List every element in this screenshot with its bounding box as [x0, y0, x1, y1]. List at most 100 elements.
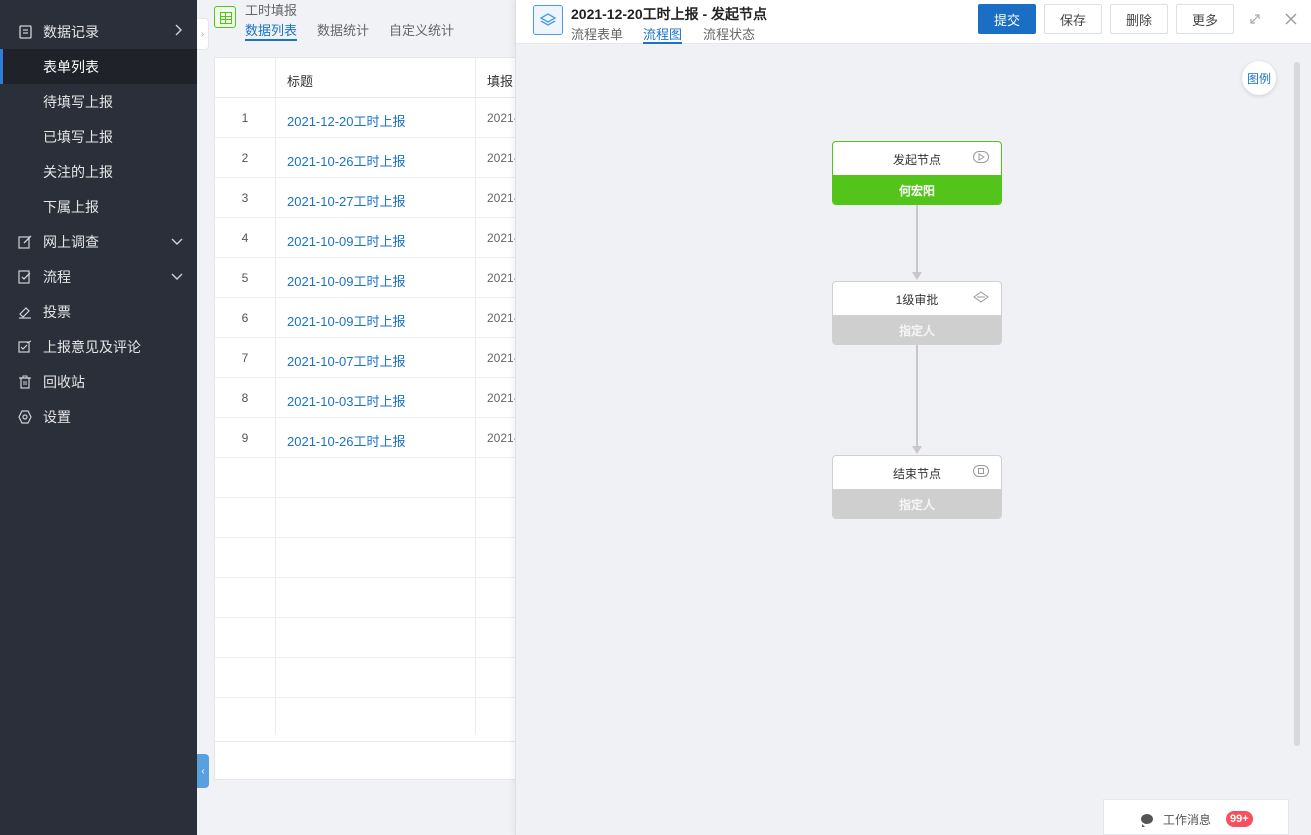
row-title-link[interactable]: 2021-10-26工时上报	[287, 151, 406, 170]
row-date: 2021-	[487, 111, 517, 125]
tab-custom-stats[interactable]: 自定义统计	[389, 20, 454, 41]
row-date: 2021-	[487, 151, 517, 165]
sidebar-item-label: 已填写上报	[43, 128, 113, 145]
table-row[interactable]: 8 2021-10-03工时上报 2021-	[215, 378, 517, 418]
row-index: 1	[241, 111, 249, 125]
settings-icon	[18, 409, 32, 424]
sidebar-item-label: 设置	[43, 408, 71, 425]
sidebar-item-followed-reports[interactable]: 关注的上报	[0, 154, 197, 189]
more-button[interactable]: 更多	[1176, 4, 1234, 34]
work-messages-button[interactable]: 工作消息 99+	[1103, 799, 1289, 835]
row-index: 5	[241, 271, 249, 285]
flow-node-assignee: 何宏阳	[833, 175, 1001, 204]
flow-node-assignee: 指定人	[833, 489, 1001, 518]
sidebar-item-label: 回收站	[43, 373, 85, 390]
form-app-icon	[214, 6, 236, 28]
table-row[interactable]: 4 2021-10-09工时上报 2021-	[215, 218, 517, 258]
vote-icon	[18, 305, 32, 319]
row-title-link[interactable]: 2021-12-20工时上报	[287, 111, 406, 130]
table-row[interactable]: 1 2021-12-20工时上报 2021-	[215, 98, 517, 138]
row-title-link[interactable]: 2021-10-27工时上报	[287, 191, 406, 210]
flow-node-end[interactable]: 结束节点 指定人	[832, 455, 1002, 519]
row-title-link[interactable]: 2021-10-07工时上报	[287, 351, 406, 370]
sidebar-item-settings[interactable]: 设置	[0, 399, 197, 434]
form-list-table: 标题 填报日 1 2021-12-20工时上报 2021- 2 2021-10-…	[214, 57, 517, 780]
row-index: 3	[241, 191, 249, 205]
chevron-left-icon: ‹	[201, 765, 205, 777]
layers-icon	[533, 5, 563, 35]
row-date: 2021-	[487, 351, 517, 365]
row-index: 7	[241, 351, 249, 365]
sidebar-item-label: 表单列表	[43, 58, 99, 75]
sidebar-item-data-records[interactable]: 数据记录	[0, 14, 197, 49]
sidebar-item-online-survey[interactable]: 网上调查	[0, 224, 197, 259]
row-date: 2021-	[487, 311, 517, 325]
row-date: 2021-	[487, 391, 517, 405]
sidebar-item-label: 待填写上报	[43, 93, 113, 110]
chevron-down-icon	[171, 234, 183, 249]
table-row-empty	[215, 498, 515, 538]
row-title-link[interactable]: 2021-10-09工时上报	[287, 271, 406, 290]
play-icon	[973, 151, 989, 163]
row-date: 2021-	[487, 191, 517, 205]
flow-icon	[18, 269, 32, 284]
sidebar-item-pending-reports[interactable]: 待填写上报	[0, 84, 197, 119]
sidebar-item-flow[interactable]: 流程	[0, 259, 197, 294]
tab-flow-form[interactable]: 流程表单	[571, 24, 623, 44]
row-title-link[interactable]: 2021-10-26工时上报	[287, 431, 406, 450]
sidebar-item-label: 网上调查	[43, 233, 99, 250]
table-row-empty	[215, 538, 515, 578]
close-icon[interactable]	[1285, 12, 1297, 28]
legend-button[interactable]: 图例	[1242, 61, 1276, 95]
table-row-empty	[215, 658, 515, 698]
row-index: 4	[241, 231, 249, 245]
table-row[interactable]: 2 2021-10-26工时上报 2021-	[215, 138, 517, 178]
work-messages-label: 工作消息	[1163, 813, 1212, 827]
table-header: 标题 填报日	[215, 58, 517, 98]
chevron-right-icon	[175, 24, 183, 39]
collapse-sidebar-handle[interactable]: ‹	[197, 754, 209, 788]
document-icon	[18, 24, 32, 39]
sidebar-item-vote[interactable]: 投票	[0, 294, 197, 329]
tab-data-list[interactable]: 数据列表	[245, 20, 298, 41]
table-row[interactable]: 9 2021-10-26工时上报 2021-	[215, 418, 517, 458]
delete-button[interactable]: 删除	[1110, 4, 1168, 34]
row-title-link[interactable]: 2021-10-09工时上报	[287, 311, 406, 330]
submit-button[interactable]: 提交	[978, 4, 1036, 34]
row-title-link[interactable]: 2021-10-09工时上报	[287, 231, 406, 250]
flow-node-approval[interactable]: 1级审批 指定人	[832, 281, 1002, 345]
sidebar-item-comments[interactable]: 上报意见及评论	[0, 329, 197, 364]
scrollbar[interactable]	[1294, 62, 1300, 746]
drawer-title: 2021-12-20工时上报 - 发起节点	[571, 6, 768, 22]
tab-flow-status[interactable]: 流程状态	[703, 24, 755, 44]
sidebar-item-recycle-bin[interactable]: 回收站	[0, 364, 197, 399]
save-button[interactable]: 保存	[1044, 4, 1102, 34]
expand-icon[interactable]	[1249, 12, 1261, 28]
column-header-date[interactable]: 填报日	[487, 71, 517, 90]
chevron-right-icon: ›	[200, 28, 205, 40]
sidebar-item-subordinate-reports[interactable]: 下属上报	[0, 189, 197, 224]
row-index: 6	[241, 311, 249, 325]
tab-data-stats[interactable]: 数据统计	[317, 20, 369, 41]
edit-icon	[18, 235, 32, 249]
sidebar-item-filled-reports[interactable]: 已填写上报	[0, 119, 197, 154]
table-row[interactable]: 5 2021-10-09工时上报 2021-	[215, 258, 517, 298]
table-row[interactable]: 7 2021-10-07工时上报 2021-	[215, 338, 517, 378]
tab-flow-chart[interactable]: 流程图	[643, 24, 683, 44]
row-date: 2021-	[487, 271, 517, 285]
row-date: 2021-	[487, 431, 517, 445]
flow-connector	[916, 345, 918, 447]
row-title-link[interactable]: 2021-10-03工时上报	[287, 391, 406, 410]
row-index: 9	[241, 431, 249, 445]
trash-icon	[18, 375, 32, 389]
column-header-title[interactable]: 标题	[287, 71, 313, 90]
sidebar-item-label: 流程	[43, 268, 71, 285]
table-row[interactable]: 6 2021-10-09工时上报 2021-	[215, 298, 517, 338]
unread-badge: 99+	[1226, 811, 1253, 827]
expand-panel-handle[interactable]: ›	[197, 18, 209, 50]
chat-icon	[1141, 814, 1153, 827]
sidebar-item-form-list[interactable]: 表单列表	[0, 49, 197, 84]
table-row[interactable]: 3 2021-10-27工时上报 2021-	[215, 178, 517, 218]
flow-connector	[916, 205, 918, 273]
flow-node-start[interactable]: 发起节点 何宏阳	[832, 141, 1002, 205]
